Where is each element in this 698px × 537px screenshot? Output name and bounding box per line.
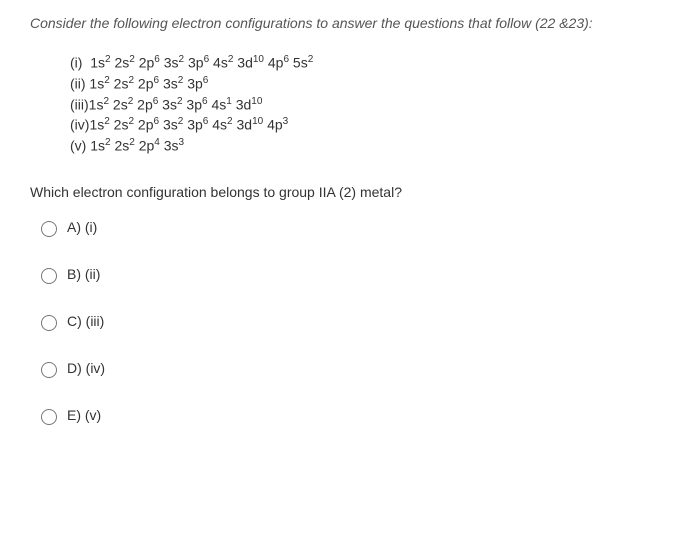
option-e-row[interactable]: E) (v) [36,406,668,425]
option-b-label: B) (ii) [67,266,100,282]
option-d-radio[interactable] [41,362,57,378]
config-list: (i) 1s2 2s2 2p6 3s2 3p6 4s2 3d10 4p6 5s2… [70,54,668,153]
config-ii: (ii) 1s2 2s2 2p6 3s2 3p6 [70,75,668,92]
option-e-label: E) (v) [67,407,101,423]
option-d-label: D) (iv) [67,360,105,376]
config-i-label: (i) [70,55,82,71]
option-b-radio[interactable] [41,268,57,284]
config-ii-label: (ii) [70,76,86,92]
option-c-radio[interactable] [41,315,57,331]
option-a-radio[interactable] [41,221,57,237]
option-c-label: C) (iii) [67,313,104,329]
config-i: (i) 1s2 2s2 2p6 3s2 3p6 4s2 3d10 4p6 5s2 [70,54,668,71]
config-iii-label: (iii) [70,96,89,112]
option-e-radio[interactable] [41,409,57,425]
question-text: Which electron configuration belongs to … [30,184,668,200]
intro-text: Consider the following electron configur… [30,12,668,34]
option-c-row[interactable]: C) (iii) [36,312,668,331]
config-v: (v) 1s2 2s2 2p4 3s3 [70,137,668,154]
option-d-row[interactable]: D) (iv) [36,359,668,378]
config-iii: (iii)1s2 2s2 2p6 3s2 3p6 4s1 3d10 [70,96,668,113]
option-b-row[interactable]: B) (ii) [36,265,668,284]
option-a-row[interactable]: A) (i) [36,218,668,237]
config-iv-label: (iv) [70,117,89,133]
config-v-label: (v) [70,138,86,154]
option-a-label: A) (i) [67,219,97,235]
config-iv: (iv)1s2 2s2 2p6 3s2 3p6 4s2 3d10 4p3 [70,116,668,133]
